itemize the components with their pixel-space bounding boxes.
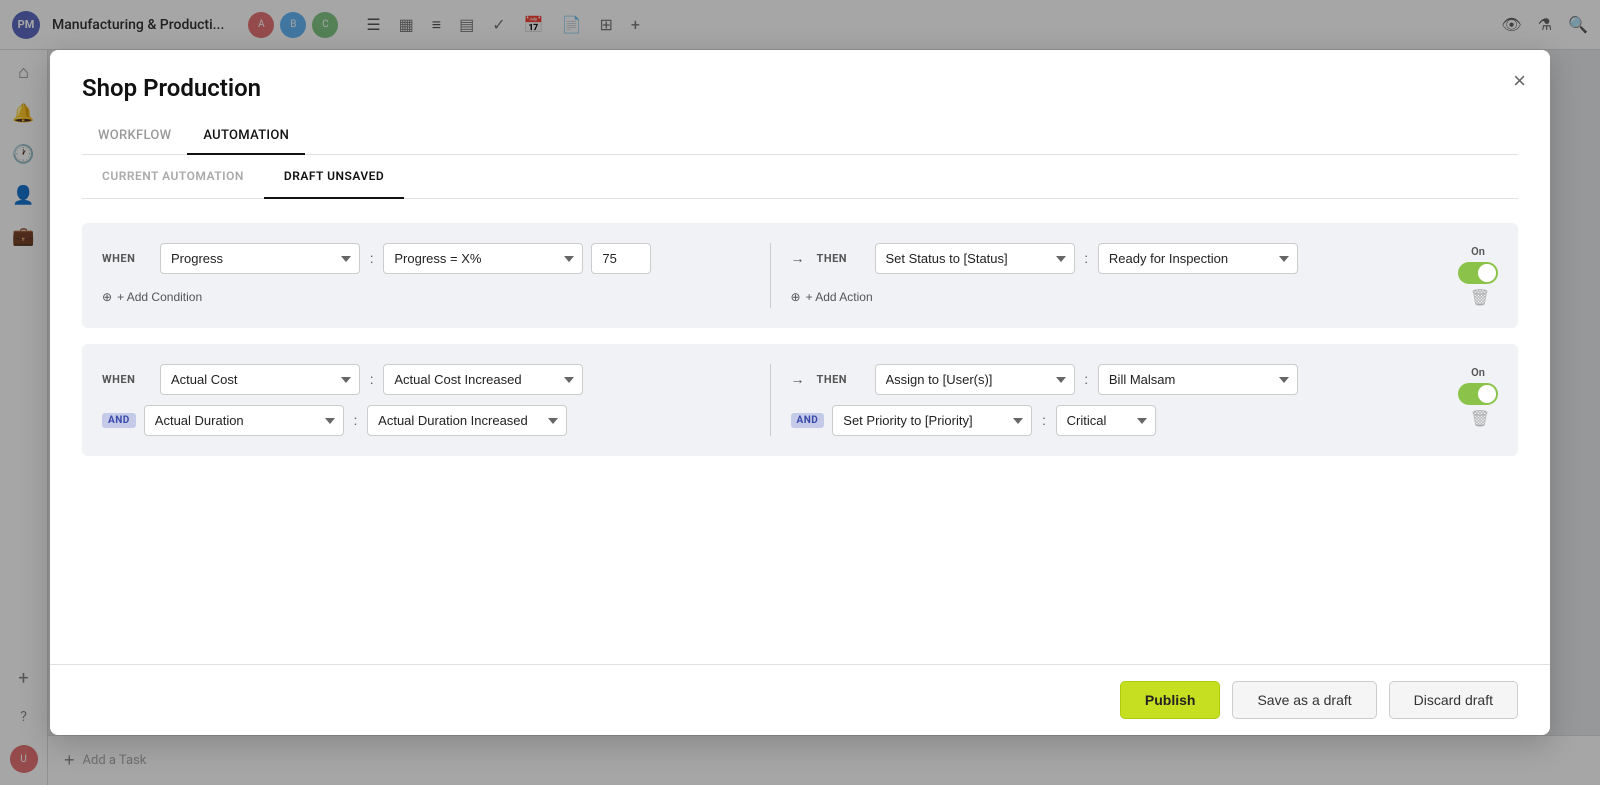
rule1-add-action-plus-icon: ⊕ [791, 290, 801, 304]
rule2-then-colon1: : [1083, 372, 1090, 388]
rule1-then-colon: : [1083, 251, 1090, 267]
rule1-divider [770, 243, 771, 308]
modal-footer: Publish Save as a draft Discard draft [50, 664, 1550, 735]
rule2-then-value1-select[interactable]: Bill Malsam [1098, 364, 1298, 395]
rule2-then-section: → THEN Assign to [User(s)] : Bill Malsam [791, 364, 1439, 436]
rule2-when-colon2: : [352, 413, 359, 429]
rule2-delete-button[interactable]: 🗑 [1470, 409, 1490, 429]
sub-tab-draft[interactable]: DRAFT UNSAVED [264, 155, 404, 199]
rule1-when-condition-select[interactable]: Progress = X% [383, 243, 583, 274]
rule1-then-label: THEN [817, 252, 867, 265]
rule1-add-condition-plus-icon: ⊕ [102, 290, 112, 304]
rule-card-2: WHEN Actual Cost : Actual Cost Increased [82, 344, 1518, 456]
rule1-delete-button[interactable]: 🗑 [1470, 288, 1490, 308]
rule2-when-section: WHEN Actual Cost : Actual Cost Increased [102, 364, 750, 436]
close-button[interactable]: × [1513, 70, 1526, 92]
rule2-when-colon1: : [368, 372, 375, 388]
automation-modal: Shop Production WORKFLOW AUTOMATION × CU… [50, 50, 1550, 735]
rule1-add-action-button[interactable]: ⊕ + Add Action [791, 286, 873, 308]
sub-tabs: CURRENT AUTOMATION DRAFT UNSAVED [82, 155, 1518, 199]
rules-area: WHEN Progress : Progress = X% [82, 199, 1518, 480]
rule2-when-condition2-select[interactable]: Actual Duration Increased [367, 405, 567, 436]
rule1-then-value-select[interactable]: Ready for Inspection [1098, 243, 1298, 274]
rule1-when-value-input[interactable] [591, 243, 651, 274]
rule2-then-action1-select[interactable]: Assign to [User(s)] [875, 364, 1075, 395]
rule1-when-field-select[interactable]: Progress [160, 243, 360, 274]
tab-automation[interactable]: AUTOMATION [187, 118, 305, 155]
rule2-when-label: WHEN [102, 373, 152, 386]
modal-header: Shop Production WORKFLOW AUTOMATION × [50, 50, 1550, 155]
rule1-when-section: WHEN Progress : Progress = X% [102, 243, 750, 308]
modal-tabs: WORKFLOW AUTOMATION [82, 118, 1518, 155]
rule2-and-badge1: AND [102, 413, 136, 428]
rule1-toggle[interactable] [1458, 262, 1498, 284]
rule1-arrow: → [791, 250, 805, 267]
save-draft-button[interactable]: Save as a draft [1232, 681, 1376, 719]
modal-body: CURRENT AUTOMATION DRAFT UNSAVED WHEN Pr… [50, 155, 1550, 664]
rule1-then-action-select[interactable]: Set Status to [Status] [875, 243, 1075, 274]
rule2-when-field1-select[interactable]: Actual Cost [160, 364, 360, 395]
rule1-controls: On 🗑 [1458, 243, 1498, 308]
rule-card-1: WHEN Progress : Progress = X% [82, 223, 1518, 328]
rule1-toggle-label: On [1471, 245, 1485, 258]
rule2-when-condition1-select[interactable]: Actual Cost Increased [383, 364, 583, 395]
tab-workflow[interactable]: WORKFLOW [82, 118, 187, 155]
rule2-toggle[interactable] [1458, 383, 1498, 405]
rule2-arrow: → [791, 371, 805, 388]
rule2-divider [770, 364, 771, 436]
rule2-and-badge2: AND [791, 413, 825, 428]
discard-draft-button[interactable]: Discard draft [1389, 681, 1518, 719]
rule1-when-colon: : [368, 251, 375, 267]
automation-content: CURRENT AUTOMATION DRAFT UNSAVED WHEN Pr… [50, 155, 1550, 480]
rule1-add-condition-button[interactable]: ⊕ + Add Condition [102, 286, 202, 308]
sub-tab-current[interactable]: CURRENT AUTOMATION [82, 155, 264, 199]
rule2-then-value2-select[interactable]: Critical [1056, 405, 1156, 436]
rule2-controls: On 🗑 [1458, 364, 1498, 429]
modal-title: Shop Production [82, 74, 1518, 102]
rule2-then-action2-select[interactable]: Set Priority to [Priority] [832, 405, 1032, 436]
rule2-then-colon2: : [1040, 413, 1047, 429]
rule2-toggle-label: On [1471, 366, 1485, 379]
rule2-then-label: THEN [817, 373, 867, 386]
rule2-when-field2-select[interactable]: Actual Duration [144, 405, 344, 436]
rule1-then-section: → THEN Set Status to [Status] : Ready fo… [791, 243, 1439, 308]
publish-button[interactable]: Publish [1120, 681, 1221, 719]
rule1-when-label: WHEN [102, 252, 152, 265]
